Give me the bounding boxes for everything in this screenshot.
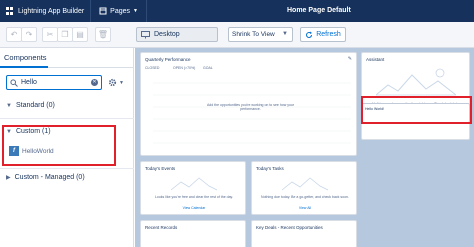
undo-button[interactable]: ↶ bbox=[6, 27, 22, 42]
todays-events-card[interactable]: Today's Events Looks like you're free an… bbox=[140, 161, 246, 215]
edit-icon: ✎ bbox=[347, 56, 352, 62]
clouds-illustration-icon bbox=[282, 177, 328, 191]
section-custom-managed[interactable]: ▶ Custom - Managed (0) bbox=[6, 174, 85, 181]
pages-label: Pages bbox=[110, 7, 131, 15]
quarterly-empty-text: Add the opportunities you're working on … bbox=[206, 103, 295, 111]
top-bar: Lightning App Builder Pages ▼ Home Page … bbox=[0, 0, 474, 22]
trash-icon: 🗑 bbox=[97, 30, 109, 39]
desktop-icon bbox=[141, 30, 150, 38]
quarterly-title: Quarterly Performance bbox=[145, 57, 191, 62]
keydeals-title: Key Deals - Recent Opportunities bbox=[256, 225, 323, 230]
tasks-empty-text: Nothing due today. Be a go-getter, and c… bbox=[261, 195, 349, 199]
mountain-illustration-icon bbox=[376, 68, 456, 96]
chevron-down-icon: ▼ bbox=[282, 31, 288, 37]
app-name: Lightning App Builder bbox=[18, 7, 85, 15]
view-calendar-link[interactable]: View Calendar bbox=[143, 206, 245, 210]
undo-icon: ↶ bbox=[10, 30, 18, 39]
quarterly-open: OPEN (>70%) bbox=[173, 66, 196, 70]
section-custom-managed-label: Custom - Managed (0) bbox=[14, 174, 85, 181]
tab-components[interactable]: Components bbox=[0, 48, 134, 68]
recent-title: Recent Records bbox=[145, 225, 178, 230]
chevron-down-icon: ▼ bbox=[6, 102, 12, 109]
highlight-helloworld-component bbox=[361, 96, 472, 124]
paste-icon: ▤ bbox=[76, 30, 84, 39]
cut-icon: ✂ bbox=[46, 30, 54, 39]
divider bbox=[0, 168, 134, 169]
divider bbox=[0, 118, 134, 119]
copy-icon: ❐ bbox=[61, 30, 69, 39]
chevron-right-icon: ▶ bbox=[6, 175, 11, 181]
quarterly-goal: GOAL bbox=[203, 66, 213, 70]
settings-menu-button[interactable]: ▼ bbox=[108, 76, 126, 89]
view-select[interactable]: Shrink To View ▼ bbox=[228, 27, 293, 42]
events-title: Today's Events bbox=[145, 166, 176, 171]
search-icon bbox=[10, 79, 18, 87]
assistant-title: Assistant bbox=[366, 57, 385, 62]
refresh-icon bbox=[306, 31, 313, 38]
redo-icon: ↷ bbox=[25, 30, 33, 39]
active-tab-indicator bbox=[0, 66, 48, 68]
pages-menu[interactable]: Pages ▼ bbox=[91, 0, 147, 22]
recent-records-card[interactable]: Recent Records bbox=[140, 220, 246, 247]
component-search-input[interactable]: Hello ✕ bbox=[6, 75, 102, 90]
tab-components-label: Components bbox=[4, 53, 47, 62]
highlight-custom-section bbox=[2, 125, 116, 166]
key-deals-card[interactable]: Key Deals - Recent Opportunities bbox=[251, 220, 357, 247]
device-label: Desktop bbox=[154, 31, 180, 38]
quarterly-chart-grid bbox=[153, 82, 351, 144]
view-label: Shrink To View bbox=[232, 31, 275, 38]
search-value: Hello bbox=[21, 79, 37, 86]
page-title: Home Page Default bbox=[287, 7, 351, 14]
gear-icon bbox=[108, 78, 117, 87]
paste-button[interactable]: ▤ bbox=[72, 27, 88, 42]
clear-search-icon[interactable]: ✕ bbox=[91, 79, 98, 86]
delete-button[interactable]: 🗑 bbox=[95, 27, 111, 42]
pages-icon bbox=[99, 7, 107, 15]
app-launcher[interactable]: Lightning App Builder bbox=[0, 0, 92, 22]
events-empty-text: Looks like you're free and clear the res… bbox=[154, 195, 234, 199]
refresh-button[interactable]: Refresh bbox=[300, 27, 346, 42]
section-standard-label: Standard (0) bbox=[15, 102, 55, 109]
refresh-label: Refresh bbox=[316, 31, 341, 38]
page-canvas: Quarterly Performance CLOSED OPEN (>70%)… bbox=[135, 48, 474, 247]
cut-button[interactable]: ✂ bbox=[42, 27, 58, 42]
copy-button[interactable]: ❐ bbox=[57, 27, 73, 42]
toolbar: ↶ ↷ ✂ ❐ ▤ 🗑 Desktop Shrink To View ▼ Ref… bbox=[0, 22, 474, 48]
quarterly-performance-card[interactable]: Quarterly Performance CLOSED OPEN (>70%)… bbox=[140, 52, 357, 156]
chevron-down-icon: ▼ bbox=[119, 79, 124, 86]
chevron-down-icon: ▼ bbox=[133, 8, 138, 14]
device-selector[interactable]: Desktop bbox=[136, 27, 218, 42]
app-grid-icon bbox=[6, 7, 14, 15]
clouds-illustration-icon bbox=[171, 177, 217, 191]
redo-button[interactable]: ↷ bbox=[21, 27, 37, 42]
quarterly-closed: CLOSED bbox=[145, 66, 160, 70]
tasks-title: Today's Tasks bbox=[256, 166, 284, 171]
todays-tasks-card[interactable]: Today's Tasks Nothing due today. Be a go… bbox=[251, 161, 357, 215]
view-all-link[interactable]: View All bbox=[254, 206, 356, 210]
section-standard[interactable]: ▼ Standard (0) bbox=[6, 102, 55, 109]
